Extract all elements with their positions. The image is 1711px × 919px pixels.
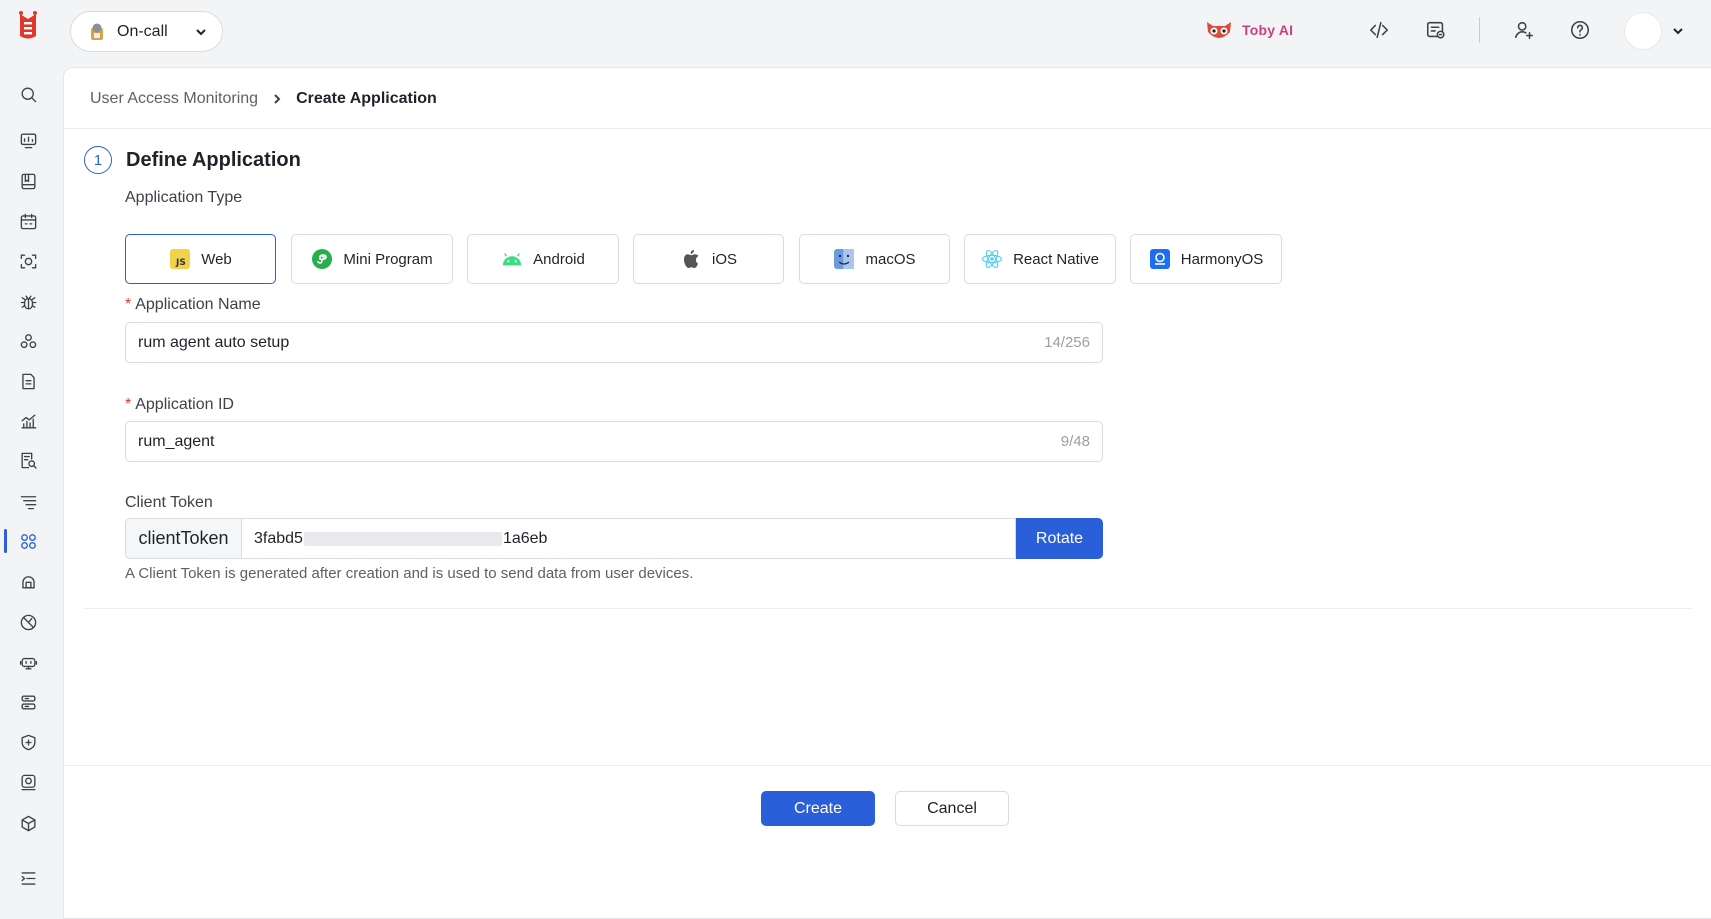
robot-icon[interactable] [14,648,42,676]
breadcrumb: User Access Monitoring Create Applicatio… [90,90,437,108]
dashboard-icon[interactable] [14,126,42,154]
cancel-button[interactable]: Cancel [895,791,1009,826]
toby-ai-label: Toby AI [1242,22,1294,38]
chevron-right-icon [274,94,281,104]
application-id-char-count: 9/48 [1060,433,1090,450]
type-option-mini-program[interactable]: Mini Program [291,234,453,284]
chart-icon[interactable] [14,407,42,435]
camera-icon[interactable] [14,768,42,796]
document-icon[interactable] [14,367,42,395]
step-number-badge: 1 [84,146,112,174]
type-option-react-native[interactable]: React Native [964,234,1116,284]
android-icon [501,248,523,270]
breadcrumb-parent-link[interactable]: User Access Monitoring [90,90,258,108]
finder-icon [833,248,855,270]
type-option-ios[interactable]: iOS [633,234,784,284]
filter-icon[interactable] [14,487,42,515]
client-token-group: clientToken 3fabd5 1a6eb Rotate [125,518,1103,559]
server-icon[interactable] [14,688,42,716]
app-logo[interactable] [17,10,39,42]
type-option-harmonyos[interactable]: HarmonyOS [1130,234,1282,284]
type-option-label: Web [201,250,232,268]
search-icon[interactable] [14,80,42,108]
type-option-web[interactable]: JS Web [125,234,276,284]
type-option-macos[interactable]: macOS [799,234,950,284]
type-option-android[interactable]: Android [467,234,619,284]
footer-divider [64,765,1711,766]
shield-icon[interactable] [14,728,42,756]
rotate-button[interactable]: Rotate [1016,518,1103,559]
cube-icon[interactable] [14,809,42,837]
type-option-label: Mini Program [343,250,433,268]
type-option-label: HarmonyOS [1180,250,1264,268]
add-user-icon[interactable] [1511,17,1537,43]
apple-icon [680,248,702,270]
bug-icon[interactable] [14,288,42,316]
help-icon[interactable] [1567,17,1593,43]
log-search-icon[interactable] [14,446,42,474]
application-name-field[interactable]: rum agent auto setup 14/256 [125,322,1103,363]
calendar-icon[interactable] [14,207,42,235]
topbar-divider [1479,17,1480,43]
chevron-down-icon[interactable] [1671,24,1685,38]
application-name-char-count: 14/256 [1044,334,1090,351]
application-id-label: * Application ID [125,396,234,413]
application-id-field[interactable]: rum_agent 9/48 [125,421,1103,462]
cloud-icon[interactable] [14,567,42,595]
chevron-down-icon [196,29,206,36]
client-token-mask [303,531,502,546]
toby-ai-button[interactable]: Toby AI [1205,18,1293,42]
client-token-label: Client Token [125,494,213,511]
oncall-dropdown[interactable]: On-call [70,11,223,52]
notes-icon[interactable] [1423,17,1449,43]
menu-icon[interactable] [14,864,42,892]
create-button[interactable]: Create [761,791,875,826]
gauge-icon[interactable] [14,608,42,636]
mini-program-icon [311,248,333,270]
step-title: Define Application [126,149,301,171]
code-icon[interactable] [1366,17,1392,43]
left-nav-rail [0,0,58,919]
header-divider [64,128,1711,129]
page-title: Create Application [296,90,437,107]
harmonyos-icon [1149,248,1171,270]
type-option-label: iOS [711,250,737,268]
client-token-start: 3fabd5 [254,529,303,547]
toby-ai-icon [1207,22,1231,38]
main-panel: User Access Monitoring Create Applicatio… [63,67,1711,919]
client-token-prefix: clientToken [125,518,241,559]
book-icon[interactable] [14,167,42,195]
type-option-label: macOS [865,250,916,268]
app-root: On-call Toby AI User Access Monitoring C… [0,0,1711,919]
react-icon [981,248,1003,270]
client-token-field[interactable]: 3fabd5 1a6eb [241,518,1016,559]
application-id-value: rum_agent [138,432,215,450]
application-name-label: * Application Name [125,296,261,313]
application-type-label: Application Type [125,189,243,206]
required-mark: * [125,396,132,413]
javascript-icon: JS [169,248,191,270]
avatar[interactable] [1624,12,1662,50]
oncall-label: On-call [117,22,168,40]
type-option-label: React Native [1013,250,1099,268]
grid-icon[interactable] [14,527,42,555]
type-option-label: Android [533,250,585,268]
required-mark: * [125,296,132,313]
apps-icon[interactable] [14,327,42,355]
section-divider [84,608,1692,609]
client-token-end: 1a6eb [502,529,548,547]
client-token-hint: A Client Token is generated after creati… [125,565,694,582]
scan-icon[interactable] [14,247,42,275]
application-name-value: rum agent auto setup [138,333,290,351]
oncall-icon [91,23,103,40]
active-nav-indicator [4,529,7,553]
svg-text:JS: JS [175,258,186,268]
